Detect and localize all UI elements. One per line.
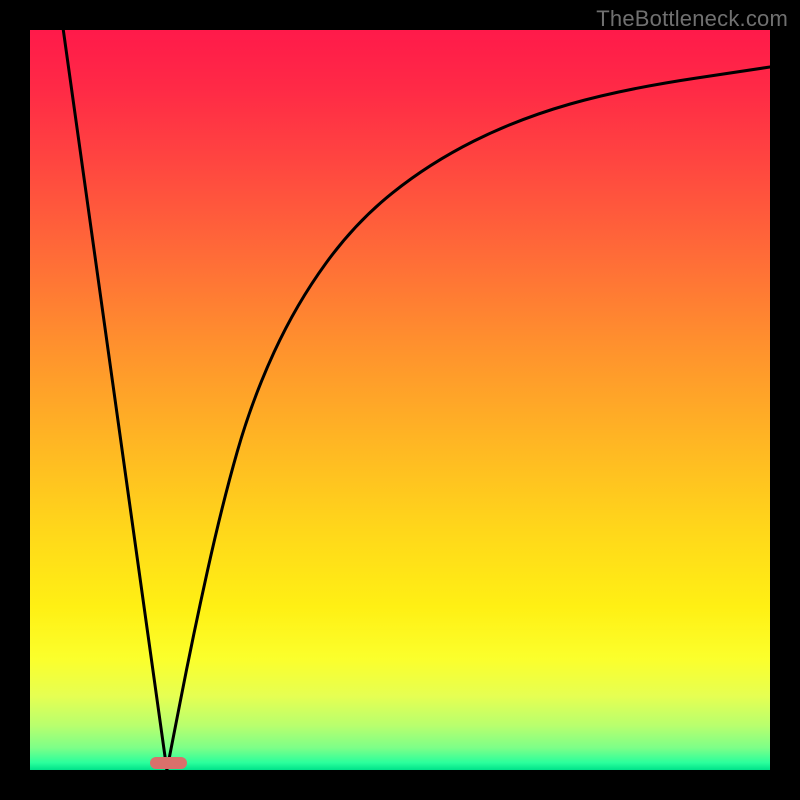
right-arm-path [167, 67, 770, 770]
watermark-text: TheBottleneck.com [596, 6, 788, 32]
chart-frame: TheBottleneck.com [0, 0, 800, 800]
optimum-marker [150, 757, 187, 769]
bottleneck-curve [30, 30, 770, 770]
plot-area [30, 30, 770, 770]
left-arm-path [63, 30, 167, 770]
